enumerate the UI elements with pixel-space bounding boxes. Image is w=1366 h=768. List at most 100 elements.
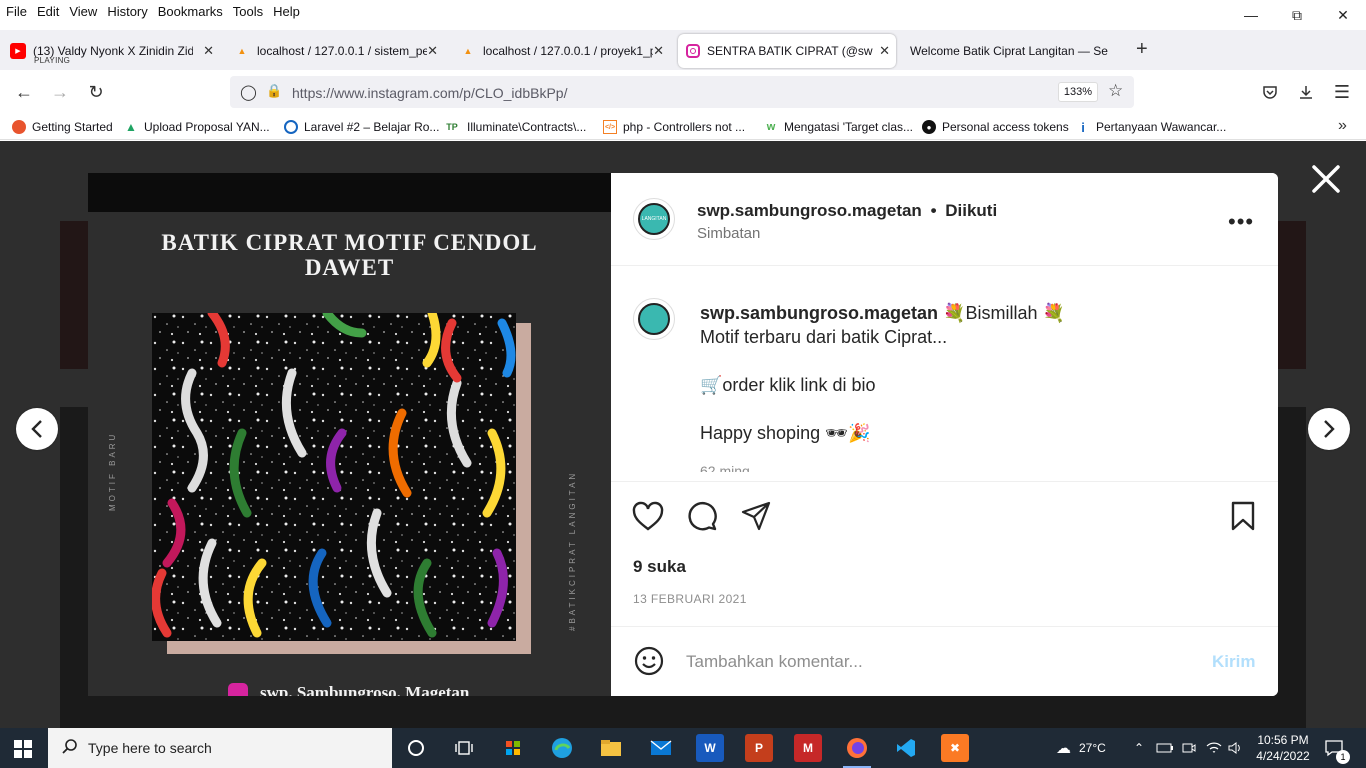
- comment-input[interactable]: Tambahkan komentar...: [686, 652, 863, 672]
- w-icon: w: [766, 121, 776, 133]
- menu-tools[interactable]: Tools: [233, 4, 263, 19]
- show-hidden-icons-chevron[interactable]: ⌃: [1134, 728, 1144, 768]
- microsoft-store-icon[interactable]: [499, 734, 527, 762]
- url-path: /p/CLO_idbBkPp/: [459, 85, 568, 101]
- menu-file[interactable]: File: [6, 4, 27, 19]
- share-send-icon[interactable]: [739, 499, 773, 533]
- save-bookmark-icon[interactable]: [1226, 499, 1260, 533]
- more-options-icon[interactable]: •••: [1228, 209, 1254, 235]
- tab-batik-ciprat[interactable]: Welcome Batik Ciprat Langitan — Se: [902, 34, 1120, 68]
- close-tab-icon[interactable]: ✕: [879, 43, 890, 59]
- firefox-icon: [12, 120, 26, 134]
- restore-button[interactable]: ⧉: [1274, 0, 1320, 30]
- close-tab-icon[interactable]: ✕: [653, 43, 664, 59]
- tab-phpmyadmin-2[interactable]: ▲ localhost / 127.0.0.1 / proyek1_p ✕: [452, 34, 670, 68]
- url-text[interactable]: https://www.instagram.com/p/CLO_idbBkPp/: [292, 85, 567, 101]
- menu-edit[interactable]: Edit: [37, 4, 59, 19]
- shield-icon[interactable]: ◯: [240, 83, 257, 101]
- comment-bubble-icon[interactable]: [685, 499, 719, 533]
- firefox-icon[interactable]: [843, 734, 871, 762]
- image-vertical-left-text: MOTIF BARU: [108, 431, 117, 511]
- word-icon[interactable]: W: [696, 734, 724, 762]
- tab-playing-label: PLAYING: [34, 56, 71, 65]
- close-window-button[interactable]: ✕: [1320, 0, 1366, 30]
- post-image[interactable]: BATIK CIPRAT MOTIF CENDOL DAWET MOTIF BA…: [88, 173, 611, 696]
- file-explorer-icon[interactable]: [597, 734, 625, 762]
- minimize-button[interactable]: —: [1228, 0, 1274, 30]
- edge-icon[interactable]: [548, 734, 576, 762]
- menu-bookmarks[interactable]: Bookmarks: [158, 4, 223, 19]
- cortana-icon[interactable]: [402, 734, 430, 762]
- taskbar-search-box[interactable]: Type here to search: [48, 728, 392, 768]
- like-heart-icon[interactable]: [631, 499, 665, 533]
- like-count[interactable]: 9 suka: [633, 557, 686, 577]
- menu-hamburger-icon[interactable]: ☰: [1329, 80, 1355, 104]
- bookmark-php-controllers[interactable]: </> php - Controllers not ...: [603, 118, 745, 136]
- bookmark-label: php - Controllers not ...: [623, 120, 746, 134]
- menu-history[interactable]: History: [107, 4, 147, 19]
- send-comment-button[interactable]: Kirim: [1212, 652, 1255, 672]
- battery-icon[interactable]: [1156, 728, 1174, 768]
- tab-instagram[interactable]: SENTRA BATIK CIPRAT (@sw ✕: [678, 34, 896, 68]
- follow-status-button[interactable]: Diikuti: [945, 201, 997, 220]
- pocket-icon[interactable]: [1257, 80, 1283, 104]
- bookmark-label: Laravel #2 – Belajar Ro...: [304, 120, 440, 134]
- bookmark-getting-started[interactable]: Getting Started: [12, 118, 113, 136]
- post-sidebar: LANGITAN swp.sambungroso.magetan • Diiku…: [611, 173, 1278, 696]
- xampp-icon[interactable]: ✖: [941, 734, 969, 762]
- more-bookmarks-icon[interactable]: »: [1338, 117, 1347, 135]
- downloads-icon[interactable]: [1293, 80, 1319, 104]
- clock[interactable]: 10:56 PM 4/24/2022: [1254, 728, 1312, 768]
- wifi-icon[interactable]: [1206, 728, 1222, 768]
- tab-youtube[interactable]: ▶ (13) Valdy Nyonk X Zinidin Zidan PLAYI…: [2, 34, 220, 68]
- post-author-username[interactable]: swp.sambungroso.magetan: [697, 201, 922, 220]
- bookmark-upload-proposal[interactable]: ▲ Upload Proposal YAN...: [124, 118, 270, 136]
- new-tab-button[interactable]: +: [1136, 38, 1148, 61]
- vscode-icon[interactable]: [892, 734, 920, 762]
- tab-title: localhost / 127.0.0.1 / sistem_pe: [257, 44, 427, 58]
- close-modal-icon[interactable]: [1308, 161, 1344, 197]
- bookmark-illuminate[interactable]: TP Illuminate\Contracts\...: [443, 118, 586, 136]
- close-tab-icon[interactable]: ✕: [427, 43, 438, 59]
- instagram-icon: [686, 44, 700, 58]
- volume-icon[interactable]: [1228, 728, 1244, 768]
- close-tab-icon[interactable]: ✕: [203, 43, 214, 59]
- reload-button[interactable]: ↻: [83, 80, 109, 104]
- tab-phpmyadmin-1[interactable]: ▲ localhost / 127.0.0.1 / sistem_pe ✕: [226, 34, 444, 68]
- meet-now-icon[interactable]: [1182, 728, 1196, 768]
- avatar[interactable]: LANGITAN: [633, 198, 675, 240]
- post-location[interactable]: Simbatan: [697, 225, 760, 242]
- powerpoint-icon[interactable]: P: [745, 734, 773, 762]
- batik-artwork: [152, 313, 516, 641]
- task-view-icon[interactable]: [450, 734, 478, 762]
- bookmark-mengatasi[interactable]: w Mengatasi 'Target clas...: [764, 118, 913, 136]
- notification-center-icon[interactable]: 1: [1324, 728, 1350, 768]
- mendeley-icon[interactable]: M: [794, 734, 822, 762]
- bookmark-personal-access-tokens[interactable]: ● Personal access tokens: [922, 118, 1069, 136]
- avatar[interactable]: [633, 298, 675, 340]
- bookmark-star-icon[interactable]: ☆: [1108, 81, 1123, 101]
- caption-username[interactable]: swp.sambungroso.magetan: [700, 303, 938, 323]
- emoji-smiley-icon[interactable]: [633, 645, 665, 677]
- caption-line-3: 🛒order klik link di bio: [700, 375, 876, 395]
- windows-start-icon[interactable]: [14, 740, 32, 763]
- menu-view[interactable]: View: [69, 4, 97, 19]
- tab-title: Welcome Batik Ciprat Langitan — Se: [910, 44, 1108, 58]
- bookmark-pertanyaan[interactable]: i Pertanyaan Wawancar...: [1076, 118, 1226, 136]
- bookmark-laravel[interactable]: Laravel #2 – Belajar Ro...: [284, 118, 439, 136]
- previous-post-button[interactable]: [16, 408, 58, 450]
- google-drive-icon: ▲: [125, 120, 137, 134]
- lock-icon[interactable]: 🔒: [266, 83, 282, 99]
- menu-help[interactable]: Help: [273, 4, 300, 19]
- next-post-button[interactable]: [1308, 408, 1350, 450]
- forward-button[interactable]: →: [47, 80, 73, 104]
- mail-icon[interactable]: [647, 734, 675, 762]
- caption-timestamp[interactable]: 62 ming: [700, 463, 750, 472]
- back-button[interactable]: ←: [11, 80, 37, 104]
- url-bar[interactable]: ◯ 🔒 https://www.instagram.com/p/CLO_idbB…: [230, 76, 1134, 108]
- zoom-indicator[interactable]: 133%: [1058, 82, 1098, 102]
- post-header-user: swp.sambungroso.magetan • Diikuti: [697, 201, 997, 221]
- weather-moon-cloud-icon: ☁: [1056, 740, 1071, 757]
- bookmark-label: Getting Started: [32, 120, 113, 134]
- weather-widget[interactable]: ☁ 27°C: [1056, 728, 1106, 768]
